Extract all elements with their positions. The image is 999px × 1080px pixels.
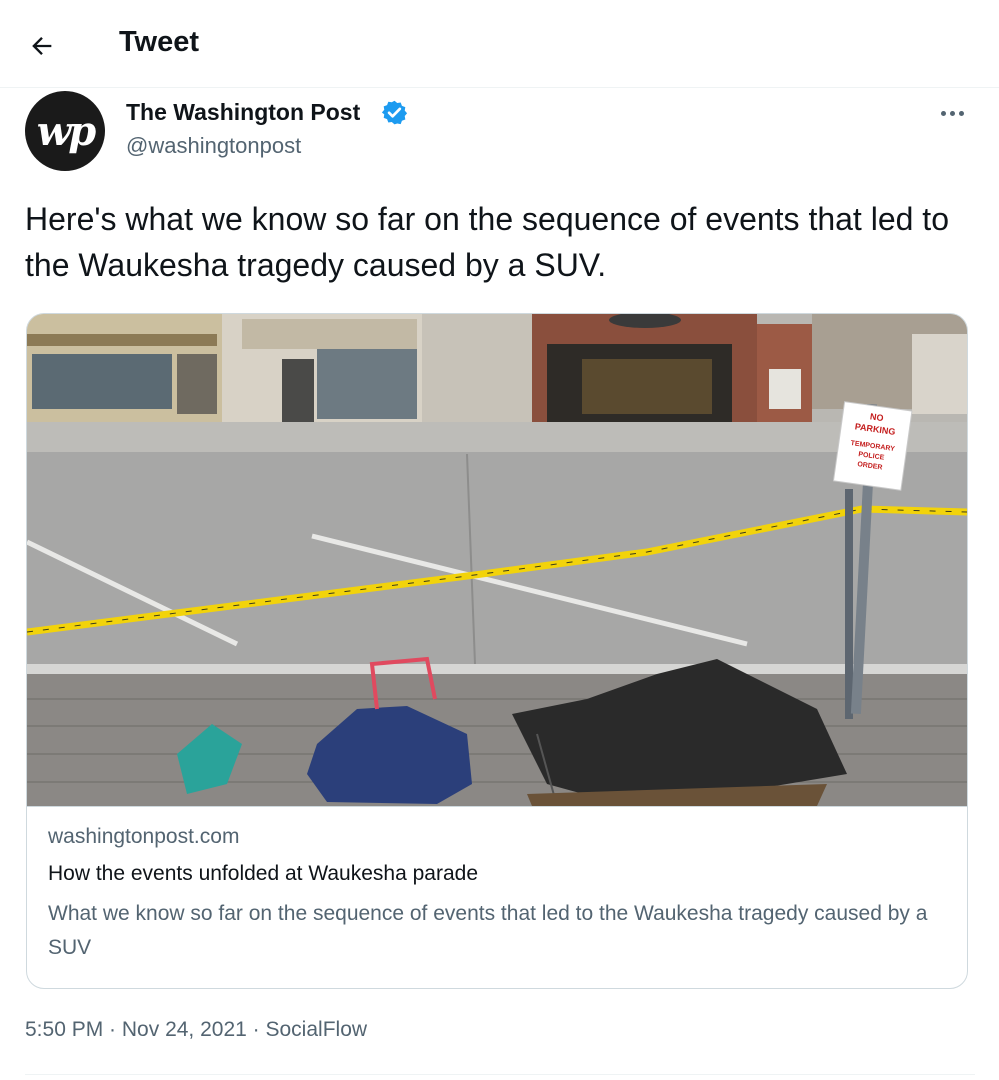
- card-image: NO PARKING TEMPORARY POLICE ORDER: [27, 314, 967, 806]
- card-info: washingtonpost.com How the events unfold…: [27, 806, 967, 988]
- tweet-meta: 5:50 PM · Nov 24, 2021 · SocialFlow: [25, 1018, 367, 1042]
- tweet-time[interactable]: 5:50 PM: [25, 1018, 103, 1041]
- more-dot: [940, 110, 946, 116]
- author-name[interactable]: The Washington Post: [126, 99, 360, 126]
- meta-separator: ·: [103, 1018, 122, 1041]
- tweet-date[interactable]: Nov 24, 2021: [122, 1018, 247, 1041]
- back-button[interactable]: [18, 22, 66, 70]
- page-header: Tweet: [0, 0, 999, 88]
- tweet-source[interactable]: SocialFlow: [266, 1018, 368, 1041]
- arrow-left-icon: [32, 37, 52, 55]
- link-card[interactable]: NO PARKING TEMPORARY POLICE ORDER washin…: [26, 313, 968, 989]
- tweet-text: Here's what we know so far on the sequen…: [25, 201, 949, 283]
- meta-separator: ·: [246, 1018, 266, 1041]
- avatar-logo: wp: [36, 107, 96, 155]
- card-title: How the events unfolded at Waukesha para…: [48, 862, 478, 885]
- verified-badge-icon: [381, 100, 408, 125]
- sign-text-no: NO: [869, 411, 884, 423]
- card-domain: washingtonpost.com: [48, 825, 240, 848]
- divider: [25, 1074, 975, 1075]
- more-options-button[interactable]: [930, 98, 974, 128]
- avatar[interactable]: wp: [25, 91, 105, 171]
- page-title: Tweet: [119, 26, 200, 58]
- more-dot: [958, 110, 964, 116]
- author-handle[interactable]: @washingtonpost: [126, 133, 301, 159]
- more-dot: [949, 110, 955, 116]
- card-description: What we know so far on the sequence of e…: [48, 902, 928, 959]
